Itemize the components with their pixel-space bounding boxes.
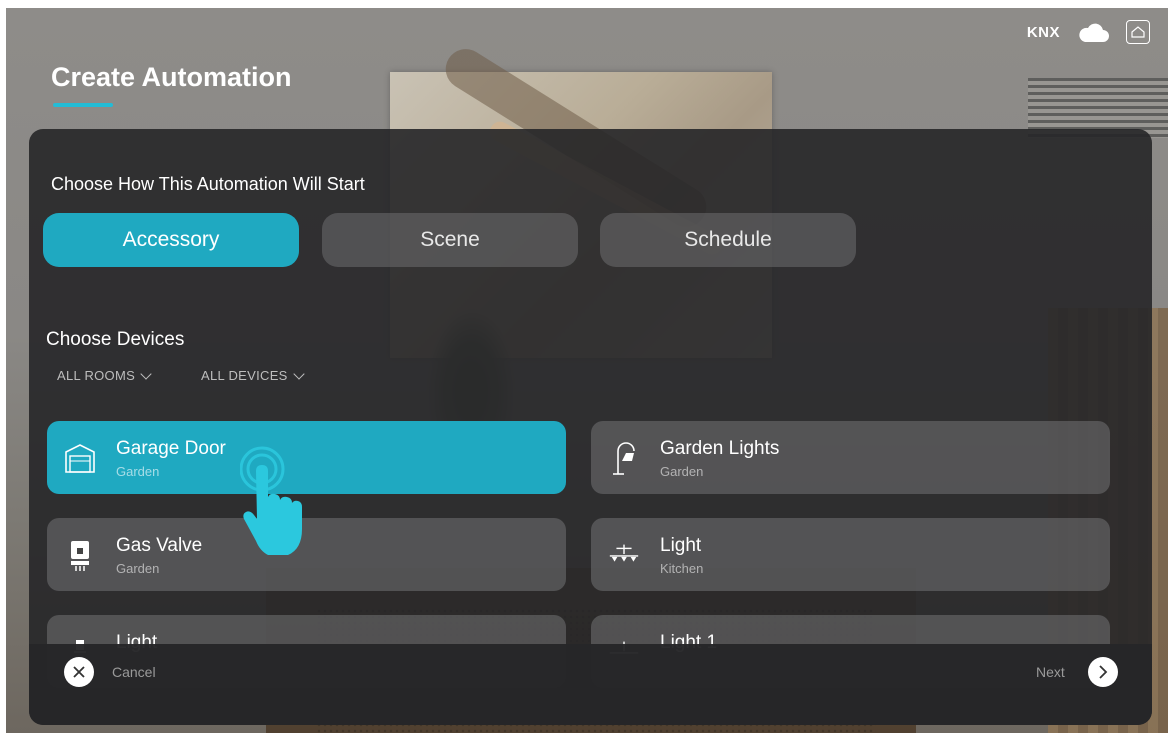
- garage-door-icon: [63, 441, 97, 475]
- all-devices-filter[interactable]: ALL DEVICES: [201, 367, 305, 383]
- device-room: Garden: [116, 464, 160, 479]
- all-rooms-filter[interactable]: ALL ROOMS: [57, 367, 152, 383]
- garden-lamp-icon: [607, 441, 641, 475]
- cancel-button[interactable]: [64, 657, 94, 687]
- chevron-down-icon: [292, 367, 305, 380]
- start-section-label: Choose How This Automation Will Start: [51, 174, 365, 194]
- gas-valve-icon: [63, 538, 97, 572]
- devices-section-label: Choose Devices: [46, 329, 185, 350]
- device-name: Light: [660, 535, 702, 556]
- close-icon: [73, 666, 85, 678]
- automation-panel: Choose How This Automation Will Start Ac…: [29, 129, 1152, 725]
- next-button[interactable]: [1088, 657, 1118, 687]
- filter-label: ALL ROOMS: [57, 368, 136, 383]
- device-name: Garage Door: [116, 438, 226, 459]
- next-label[interactable]: Next: [1036, 664, 1065, 680]
- device-card-garden-lights[interactable]: Garden Lights Garden: [591, 421, 1110, 494]
- device-name: Garden Lights: [660, 438, 780, 459]
- chevron-right-icon: [1099, 665, 1108, 679]
- tab-schedule[interactable]: Schedule: [600, 213, 856, 267]
- device-room: Garden: [660, 464, 704, 479]
- device-name: Gas Valve: [116, 535, 203, 556]
- status-bar: KNX: [1027, 20, 1150, 44]
- cloud-icon[interactable]: [1076, 21, 1110, 43]
- footer-bar: [29, 644, 1152, 725]
- ceiling-light-icon: [607, 538, 641, 572]
- device-card-light-kitchen[interactable]: Light Kitchen: [591, 518, 1110, 591]
- home-panel-icon[interactable]: [1126, 20, 1150, 44]
- cancel-label[interactable]: Cancel: [112, 664, 156, 680]
- tab-scene[interactable]: Scene: [322, 213, 578, 267]
- knx-label: KNX: [1026, 23, 1060, 41]
- tab-accessory[interactable]: Accessory: [43, 213, 299, 267]
- device-room: Garden: [116, 561, 160, 576]
- page-title: Create Automation: [51, 62, 292, 92]
- title-underline: [53, 103, 113, 107]
- device-room: Kitchen: [660, 561, 704, 576]
- chevron-down-icon: [140, 367, 152, 380]
- filter-label: ALL DEVICES: [201, 368, 288, 383]
- tap-gesture-icon: [240, 446, 302, 555]
